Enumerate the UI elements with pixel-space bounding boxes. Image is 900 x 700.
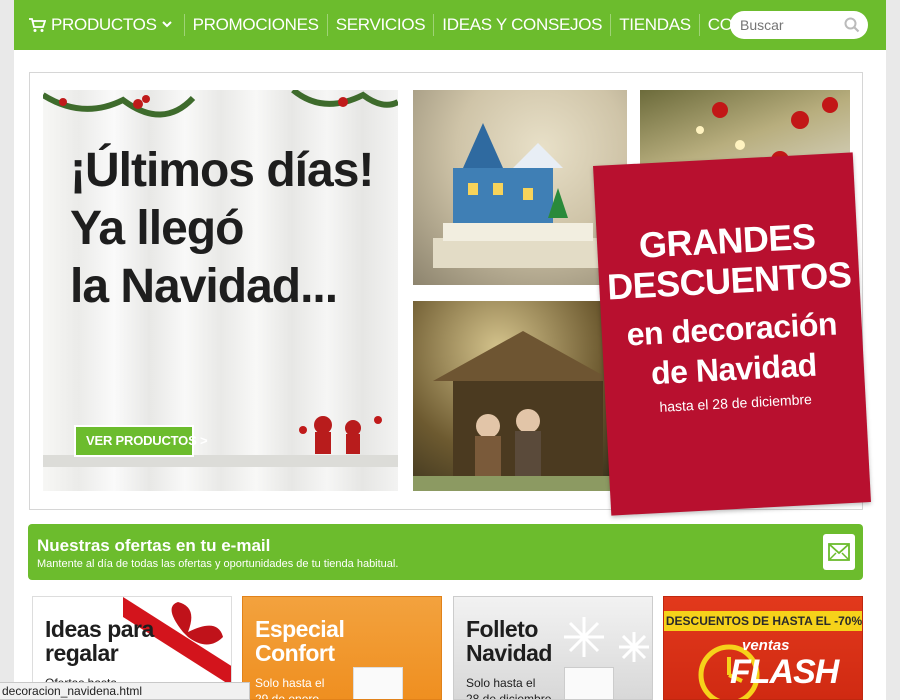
top-navigation: PRODUCTOS PROMOCIONES SERVICIOS IDEAS Y …: [14, 0, 886, 50]
search-input[interactable]: [740, 17, 844, 33]
card-1-title: Ideas para regalar: [45, 617, 154, 665]
nativity-scene-photo: [413, 301, 627, 491]
search-icon[interactable]: [844, 17, 860, 33]
flash-label: FLASH: [730, 653, 839, 691]
promo-title: GRANDES DESCUENTOS: [596, 214, 860, 308]
page-content: ¡Últimos días! Ya llegó la Navidad... VE…: [14, 50, 886, 700]
pine-branches-decoration: [43, 90, 398, 118]
card-especial-confort[interactable]: Especial Confort Solo hasta el 29 de ene…: [242, 596, 442, 700]
product-box-image: [353, 667, 403, 699]
card-2-subtitle-line-2: 29 de enero: [255, 692, 320, 700]
catalog-image: [564, 667, 614, 699]
email-offers-bar[interactable]: Nuestras ofertas en tu e-mail Mantente a…: [28, 524, 863, 580]
card-3-subtitle-line-2: 28 de diciembre: [466, 692, 552, 700]
card-1-title-line-1: Ideas para: [45, 616, 154, 642]
promo-panel[interactable]: GRANDES DESCUENTOS en decoración de Navi…: [593, 152, 871, 516]
santa-figures-decoration: [299, 416, 382, 454]
search-box: [730, 11, 868, 39]
nav-ideas-consejos[interactable]: IDEAS Y CONSEJOS: [434, 14, 612, 36]
card-3-title-line-1: Folleto: [466, 616, 538, 642]
ver-productos-button[interactable]: VER PRODUCTOS >: [74, 425, 208, 457]
envelope-icon: [828, 543, 850, 561]
email-bar-subtitle: Mantente al día de todas las ofertas y o…: [37, 558, 399, 570]
card-3-subtitle: Solo hasta el 28 de diciembre: [466, 675, 552, 700]
email-bar-title: Nuestras ofertas en tu e-mail: [37, 536, 271, 555]
hero-headline: ¡Últimos días! Ya llegó la Navidad...: [70, 142, 374, 316]
card-1-title-line-2: regalar: [45, 640, 119, 666]
nav-productos-label: PRODUCTOS: [51, 15, 157, 34]
card-folleto-navidad[interactable]: Folleto Navidad Solo hasta el 28 de dici…: [453, 596, 653, 700]
headline-line-2: Ya llegó: [70, 202, 244, 255]
promo-subtitle: en decoración de Navidad: [601, 302, 865, 395]
discount-band: DESCUENTOS DE HASTA EL -70%: [664, 611, 862, 631]
envelope-button[interactable]: [823, 534, 855, 570]
card-2-subtitle: Solo hasta el 29 de enero: [255, 675, 325, 700]
nav-tiendas[interactable]: TIENDAS: [611, 14, 700, 36]
card-3-subtitle-line-1: Solo hasta el: [466, 676, 536, 690]
nav-productos[interactable]: PRODUCTOS: [14, 14, 185, 36]
card-3-title-line-2: Navidad: [466, 640, 552, 666]
card-ventas-flash[interactable]: DESCUENTOS DE HASTA EL -70% ventas FLASH: [663, 596, 863, 700]
ventas-label: ventas: [742, 637, 790, 654]
nativity-illustration: [413, 331, 627, 491]
nav-promociones[interactable]: PROMOCIONES: [185, 14, 328, 36]
card-3-title: Folleto Navidad: [466, 617, 552, 665]
chevron-down-icon: [161, 21, 172, 28]
headline-line-1: ¡Últimos días!: [70, 144, 374, 197]
card-2-subtitle-line-1: Solo hasta el: [255, 676, 325, 690]
village-illustration: [433, 123, 603, 268]
card-2-title: Especial Confort: [255, 616, 345, 666]
hero-banner[interactable]: ¡Últimos días! Ya llegó la Navidad... VE…: [29, 72, 871, 516]
card-2-title-line-1: Especial: [255, 616, 345, 642]
hero-left-image: ¡Últimos días! Ya llegó la Navidad... VE…: [43, 90, 398, 491]
headline-line-3: la Navidad...: [70, 260, 338, 313]
nav-servicios[interactable]: SERVICIOS: [328, 14, 435, 36]
cart-icon: [29, 18, 46, 32]
card-2-title-line-2: Confort: [255, 640, 335, 666]
browser-status-bar: decoracion_navidena.html: [0, 682, 250, 700]
